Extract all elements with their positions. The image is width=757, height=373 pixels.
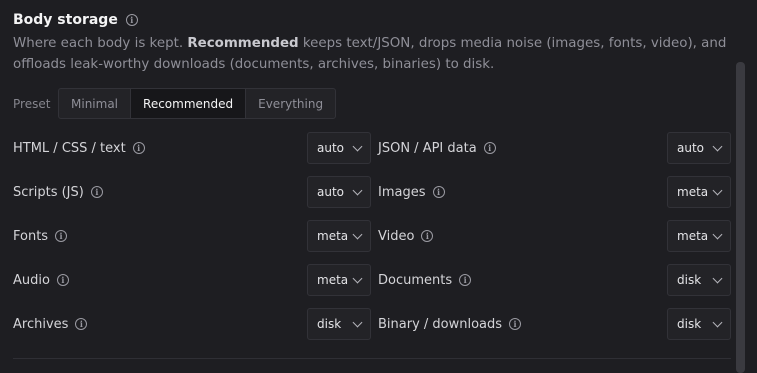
setting-label: Video xyxy=(378,228,415,244)
preset-label: Preset xyxy=(13,96,51,111)
storage-row: HTML / CSS / text i auto JSON / API data… xyxy=(13,132,731,164)
setting-label-wrap: Video i xyxy=(378,228,434,244)
storage-setting-json: JSON / API data i auto xyxy=(378,132,731,164)
storage-select-archives[interactable]: disk xyxy=(307,308,371,340)
info-icon[interactable]: i xyxy=(459,274,472,286)
setting-label-wrap: Binary / downloads i xyxy=(378,316,522,332)
storage-select-scripts[interactable]: auto xyxy=(307,176,371,208)
select-value: auto xyxy=(317,185,345,199)
section-description: Where each body is kept. Recommended kee… xyxy=(13,33,728,75)
select-value: auto xyxy=(677,141,705,155)
chevron-down-icon xyxy=(712,229,723,240)
storage-setting-binary: Binary / downloads i disk xyxy=(378,308,731,340)
select-value: meta xyxy=(677,229,709,243)
chevron-down-icon xyxy=(352,141,363,152)
storage-setting-html: HTML / CSS / text i auto xyxy=(13,132,378,164)
info-icon[interactable]: i xyxy=(56,274,69,286)
info-icon[interactable]: i xyxy=(90,186,103,198)
setting-label: Archives xyxy=(13,316,69,332)
setting-label: Images xyxy=(378,184,426,200)
info-icon[interactable]: i xyxy=(75,318,88,330)
setting-label: Fonts xyxy=(13,228,49,244)
section-divider xyxy=(13,358,731,359)
setting-label: Audio xyxy=(13,272,50,288)
preset-minimal-button[interactable]: Minimal xyxy=(59,89,132,118)
storage-row: Scripts (JS) i auto Images i meta xyxy=(13,176,731,208)
preset-recommended-button[interactable]: Recommended xyxy=(131,89,247,118)
info-icon[interactable]: i xyxy=(421,230,434,242)
chevron-down-icon xyxy=(352,317,363,328)
storage-row: Audio i meta Documents i disk xyxy=(13,264,731,296)
storage-setting-fonts: Fonts i meta xyxy=(13,220,378,252)
setting-label: Scripts (JS) xyxy=(13,184,84,200)
chevron-down-icon xyxy=(712,317,723,328)
info-icon[interactable]: i xyxy=(125,14,138,26)
section-title: Body storage xyxy=(13,12,118,28)
chevron-down-icon xyxy=(712,185,723,196)
storage-select-json[interactable]: auto xyxy=(667,132,731,164)
select-value: meta xyxy=(317,273,349,287)
select-value: meta xyxy=(317,229,349,243)
setting-label: Documents xyxy=(378,272,453,288)
description-lead: Where each body is kept. xyxy=(13,36,188,51)
select-value: disk xyxy=(677,317,702,331)
storage-select-images[interactable]: meta xyxy=(667,176,731,208)
select-value: meta xyxy=(677,185,709,199)
info-icon[interactable]: i xyxy=(509,318,522,330)
storage-select-documents[interactable]: disk xyxy=(667,264,731,296)
chevron-down-icon xyxy=(352,229,363,240)
description-strong: Recommended xyxy=(187,36,299,51)
storage-select-audio[interactable]: meta xyxy=(307,264,371,296)
storage-row: Fonts i meta Video i meta xyxy=(13,220,731,252)
chevron-down-icon xyxy=(352,185,363,196)
storage-row: Archives i disk Binary / downloads i dis… xyxy=(13,308,731,340)
chevron-down-icon xyxy=(712,273,723,284)
setting-label: HTML / CSS / text xyxy=(13,140,126,156)
setting-label-wrap: Archives i xyxy=(13,316,88,332)
storage-select-video[interactable]: meta xyxy=(667,220,731,252)
storage-setting-images: Images i meta xyxy=(378,176,731,208)
scrollbar-thumb[interactable] xyxy=(736,62,745,373)
select-value: disk xyxy=(677,273,702,287)
section-header: Body storage i xyxy=(13,9,138,31)
info-icon[interactable]: i xyxy=(55,230,68,242)
storage-select-fonts[interactable]: meta xyxy=(307,220,371,252)
preset-row: Preset Minimal Recommended Everything xyxy=(13,88,337,119)
preset-segmented-control: Minimal Recommended Everything xyxy=(58,88,337,119)
chevron-down-icon xyxy=(352,273,363,284)
setting-label-wrap: JSON / API data i xyxy=(378,141,496,156)
setting-label-wrap: Fonts i xyxy=(13,228,68,244)
setting-label: JSON / API data xyxy=(378,140,477,156)
storage-setting-archives: Archives i disk xyxy=(13,308,378,340)
storage-setting-documents: Documents i disk xyxy=(378,264,731,296)
setting-label-wrap: Scripts (JS) i xyxy=(13,185,103,200)
setting-label: Binary / downloads xyxy=(378,316,503,332)
storage-select-binary[interactable]: disk xyxy=(667,308,731,340)
storage-select-html[interactable]: auto xyxy=(307,132,371,164)
setting-label-wrap: Audio i xyxy=(13,273,69,288)
storage-setting-video: Video i meta xyxy=(378,220,731,252)
setting-label-wrap: HTML / CSS / text i xyxy=(13,141,145,156)
preset-everything-button[interactable]: Everything xyxy=(246,89,335,118)
select-value: disk xyxy=(317,317,342,331)
storage-grid: HTML / CSS / text i auto JSON / API data… xyxy=(13,132,731,352)
body-storage-panel: Body storage i Where each body is kept. … xyxy=(0,0,757,373)
info-icon[interactable]: i xyxy=(483,142,496,154)
info-icon[interactable]: i xyxy=(432,186,445,198)
chevron-down-icon xyxy=(712,141,723,152)
storage-setting-scripts: Scripts (JS) i auto xyxy=(13,176,378,208)
info-icon[interactable]: i xyxy=(132,142,145,154)
select-value: auto xyxy=(317,141,345,155)
setting-label-wrap: Documents i xyxy=(378,272,472,288)
storage-setting-audio: Audio i meta xyxy=(13,264,378,296)
setting-label-wrap: Images i xyxy=(378,185,445,200)
